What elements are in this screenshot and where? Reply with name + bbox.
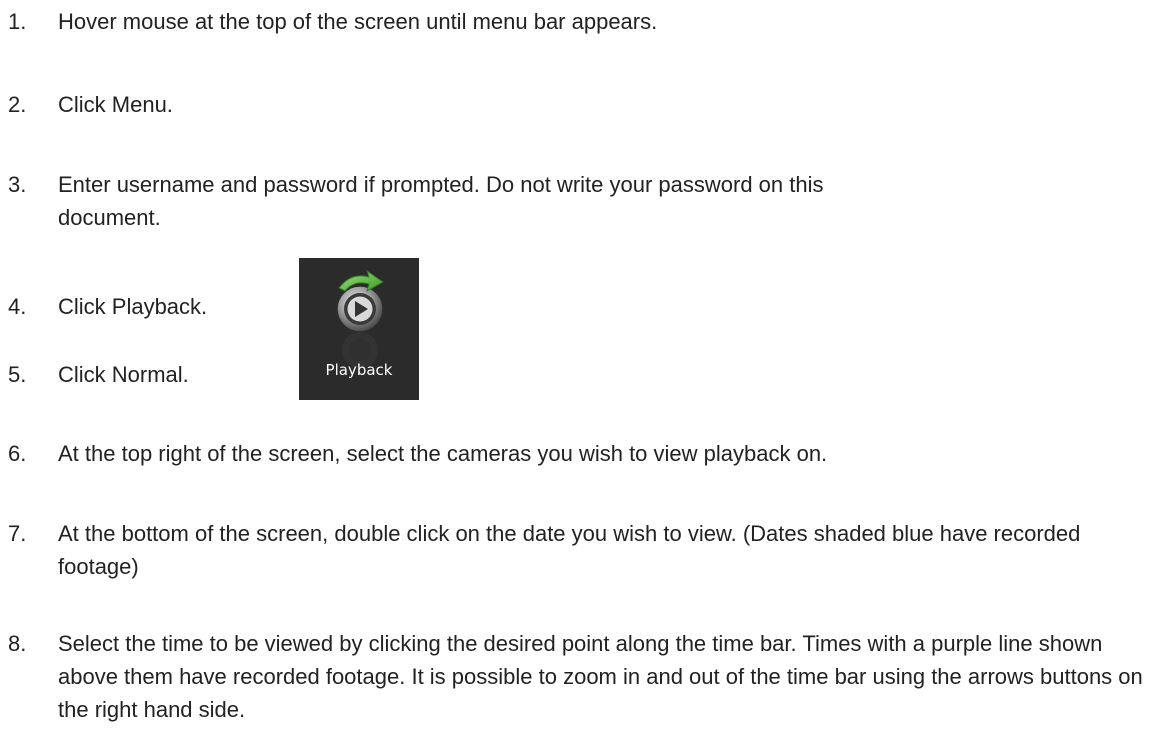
step-number: 4. (8, 294, 27, 319)
step-text: Enter username and password if prompted.… (58, 172, 824, 230)
step-7: 7. At the bottom of the screen, double c… (8, 517, 1138, 583)
step-6: 6. At the top right of the screen, selec… (8, 437, 1158, 470)
step-text: At the bottom of the screen, double clic… (58, 521, 1081, 579)
step-number: 3. (8, 172, 27, 197)
step-text: Click Menu. (58, 92, 173, 117)
step-text: Select the time to be viewed by clicking… (58, 631, 1143, 722)
step-text: Click Normal. (58, 362, 189, 387)
step-number: 8. (8, 631, 27, 656)
step-1: 1. Hover mouse at the top of the screen … (8, 5, 1158, 38)
playback-menu-tile: Playback (299, 258, 419, 400)
step-3: 3. Enter username and password if prompt… (8, 168, 858, 234)
step-2: 2. Click Menu. (8, 88, 1158, 121)
step-number: 2. (8, 92, 27, 117)
step-text: Click Playback. (58, 294, 208, 319)
playback-label: Playback (325, 361, 393, 379)
step-number: 1. (8, 9, 27, 34)
step-number: 7. (8, 521, 27, 546)
step-number: 6. (8, 441, 27, 466)
step-5: 5. Click Normal. (8, 358, 288, 391)
step-number: 5. (8, 362, 27, 387)
step-text: Hover mouse at the top of the screen unt… (58, 9, 658, 34)
step-text: At the top right of the screen, select t… (58, 441, 828, 466)
step-4: 4. Click Playback. (8, 290, 288, 323)
step-8: 8. Select the time to be viewed by click… (8, 627, 1158, 726)
